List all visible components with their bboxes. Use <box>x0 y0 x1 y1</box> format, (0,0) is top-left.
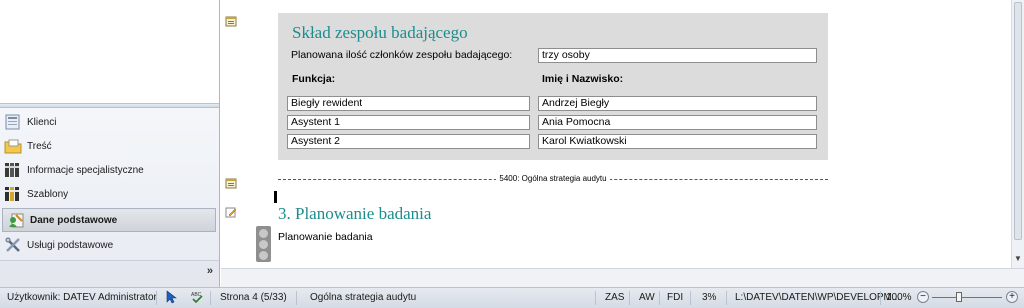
nav-item-label: Szablony <box>27 188 69 200</box>
zoom-slider-track[interactable] <box>932 297 1002 298</box>
nav-item-informacje[interactable]: Informacje specjalistyczne <box>0 158 219 182</box>
document-area[interactable]: Skład zespołu badającego Planowana ilość… <box>221 0 1011 268</box>
status-page: Strona 4 (5/33) <box>220 292 287 303</box>
section-marker-icon[interactable] <box>225 177 237 189</box>
folder-icon <box>4 137 22 155</box>
navigation-footer: » <box>0 260 219 287</box>
status-path: L:\DATEV\DATEN\WP\DEVELOPM... <box>735 292 901 303</box>
status-percent: 3% <box>702 292 717 303</box>
section-marker-icon[interactable] <box>225 15 237 27</box>
nav-item-tresc[interactable]: Treść <box>0 134 219 158</box>
name-field[interactable]: Ania Pomocna <box>538 115 817 130</box>
nav-item-label: Usługi podstawowe <box>27 239 114 251</box>
scroll-down-arrow-icon[interactable]: ▼ <box>1014 254 1022 263</box>
edit-note-icon[interactable] <box>225 206 237 218</box>
master-data-icon <box>7 211 25 229</box>
nav-item-label: Klienci <box>27 116 57 128</box>
clients-icon <box>4 113 22 131</box>
function-field[interactable]: Asystent 1 <box>287 115 530 130</box>
name-field[interactable]: Karol Kwiatkowski <box>538 134 817 149</box>
status-bar: Użytkownik: DATEV Administrator ABC Stro… <box>0 287 1024 308</box>
status-fdi[interactable]: FDI <box>667 292 683 303</box>
templates-binders-icon <box>4 185 22 203</box>
navigation-list: Klienci Treść Informacje specjalistyczne… <box>0 108 219 260</box>
status-aw[interactable]: AW <box>639 292 655 303</box>
horizontal-scrollbar[interactable] <box>221 268 1024 287</box>
app-window: Klienci Treść Informacje specjalistyczne… <box>0 0 1024 308</box>
zoom-slider-thumb[interactable] <box>956 292 962 302</box>
status-section: Ogólna strategia audytu <box>310 292 417 303</box>
zoom-level[interactable]: 100% <box>886 292 912 303</box>
nav-item-dane-podstawowe[interactable]: Dane podstawowe <box>2 208 216 232</box>
zoom-in-button[interactable]: + <box>1006 291 1018 303</box>
nav-item-klienci[interactable]: Klienci <box>0 110 219 134</box>
spellcheck-icon[interactable]: ABC <box>190 290 204 307</box>
planned-members-label: Planowana ilość członków zespołu badając… <box>291 49 513 61</box>
scrollbar-thumb[interactable] <box>1014 2 1022 240</box>
navigation-pane: Klienci Treść Informacje specjalistyczne… <box>0 0 220 287</box>
name-column-header: Imię i Nazwisko: <box>542 73 624 85</box>
nav-item-szablony[interactable]: Szablony <box>0 182 219 206</box>
nav-item-label: Dane podstawowe <box>30 214 118 226</box>
function-field[interactable]: Asystent 2 <box>287 134 530 149</box>
status-user: Użytkownik: DATEV Administrator <box>7 292 157 303</box>
navigation-tree-area <box>0 0 219 103</box>
nav-item-label: Informacje specjalistyczne <box>27 164 144 176</box>
audit-team-panel: Skład zespołu badającego Planowana ilość… <box>278 13 828 160</box>
function-column-header: Funkcja: <box>292 73 336 85</box>
status-zas[interactable]: ZAS <box>605 292 624 303</box>
tools-icon <box>4 236 22 254</box>
planned-members-field[interactable]: trzy osoby <box>538 48 817 63</box>
text-cursor <box>274 191 277 203</box>
name-field[interactable]: Andrzej Biegły <box>538 96 817 111</box>
separator-label: 5400: Ogólna strategia audytu <box>496 174 610 183</box>
function-field[interactable]: Biegły rewident <box>287 96 530 111</box>
expand-chevron-icon[interactable]: » <box>207 265 213 277</box>
section-separator: 5400: Ogólna strategia audytu <box>278 174 828 186</box>
vertical-scrollbar[interactable]: ▼ <box>1011 0 1024 268</box>
nav-item-label: Treść <box>27 140 52 152</box>
pointer-mode-icon[interactable] <box>165 290 177 307</box>
binders-icon <box>4 161 22 179</box>
nav-item-uslugi[interactable]: Usługi podstawowe <box>0 233 219 257</box>
section-subheading: Planowanie badania <box>278 231 373 243</box>
zoom-out-button[interactable]: − <box>917 291 929 303</box>
team-section-title: Skład zespołu badającego <box>292 23 468 42</box>
section-heading: 3. Planowanie badania <box>278 204 432 223</box>
traffic-light-icon[interactable] <box>256 226 271 262</box>
